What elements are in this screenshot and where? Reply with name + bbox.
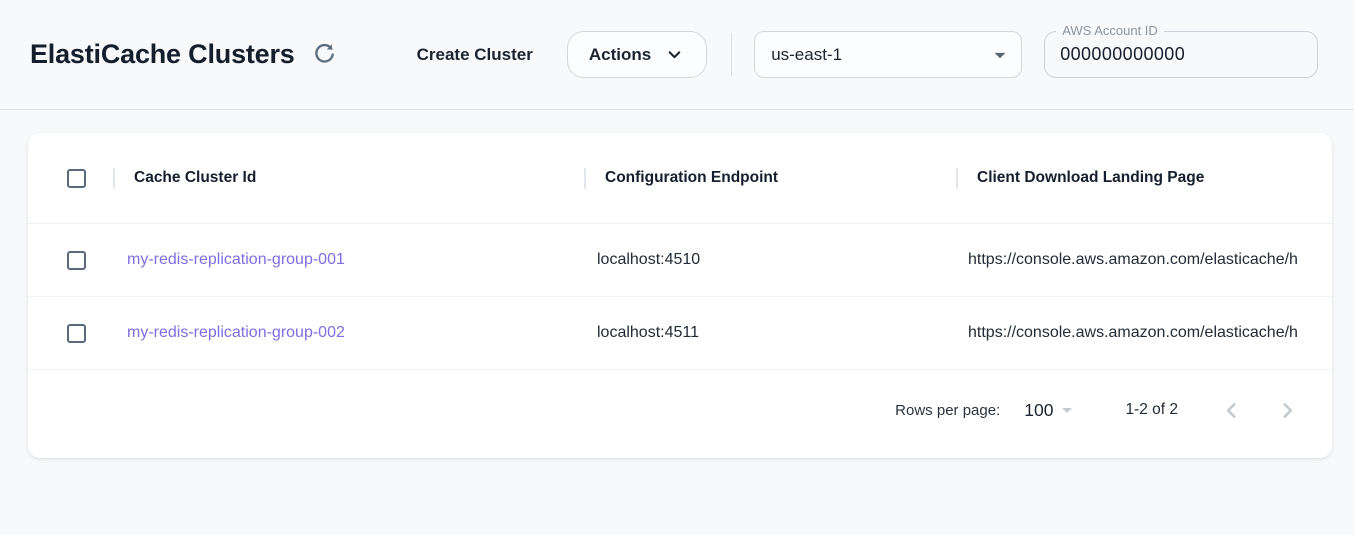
chevron-down-icon — [664, 44, 685, 65]
aws-account-id-label: AWS Account ID — [1056, 23, 1164, 38]
row-checkbox-cell — [28, 251, 113, 270]
previous-page-button[interactable] — [1210, 389, 1252, 431]
next-page-button[interactable] — [1266, 389, 1308, 431]
client-download-landing-page-cell: https://console.aws.amazon.com/elasticac… — [956, 251, 1332, 269]
rows-per-page-select[interactable]: 100 — [1024, 398, 1079, 422]
chevron-right-icon — [1274, 397, 1301, 424]
rows-per-page-value: 100 — [1024, 400, 1053, 421]
refresh-icon — [311, 41, 338, 68]
table-header-row: Cache Cluster Id Configuration Endpoint … — [28, 133, 1332, 224]
rows-per-page-label: Rows per page: — [895, 402, 1000, 419]
header-divider — [731, 33, 732, 76]
row-checkbox[interactable] — [67, 251, 86, 270]
row-checkbox[interactable] — [67, 324, 86, 343]
arrow-drop-down-icon — [1055, 398, 1079, 422]
column-header-label: Cache Cluster Id — [134, 169, 256, 187]
column-separator — [956, 168, 958, 189]
select-all-checkbox[interactable] — [67, 169, 86, 188]
clusters-table-card: Cache Cluster Id Configuration Endpoint … — [28, 133, 1332, 458]
column-header-cache-cluster-id[interactable]: Cache Cluster Id — [113, 168, 584, 189]
cluster-link[interactable]: my-redis-replication-group-002 — [127, 324, 345, 341]
refresh-button[interactable] — [308, 38, 341, 71]
aws-account-id-input[interactable] — [1045, 32, 1317, 77]
column-separator — [584, 168, 586, 189]
region-select-value: us-east-1 — [771, 45, 842, 65]
actions-button[interactable]: Actions — [567, 31, 707, 78]
table-row: my-redis-replication-group-002 localhost… — [28, 297, 1332, 370]
top-bar: ElastiCache Clusters Create Cluster Acti… — [0, 0, 1354, 110]
cache-cluster-id-cell: my-redis-replication-group-001 — [113, 251, 584, 269]
client-download-landing-page-cell: https://console.aws.amazon.com/elasticac… — [956, 324, 1332, 342]
configuration-endpoint-cell: localhost:4510 — [584, 251, 956, 269]
create-cluster-button[interactable]: Create Cluster — [415, 39, 535, 71]
select-all-cell — [28, 169, 113, 188]
row-checkbox-cell — [28, 324, 113, 343]
arrow-drop-down-icon — [987, 42, 1013, 68]
configuration-endpoint-cell: localhost:4511 — [584, 324, 956, 342]
cache-cluster-id-cell: my-redis-replication-group-002 — [113, 324, 584, 342]
column-header-client-download-landing-page[interactable]: Client Download Landing Page — [956, 168, 1332, 189]
cluster-link[interactable]: my-redis-replication-group-001 — [127, 251, 345, 268]
column-header-configuration-endpoint[interactable]: Configuration Endpoint — [584, 168, 956, 189]
table-pagination: Rows per page: 100 1-2 of 2 — [28, 370, 1332, 456]
column-separator — [113, 168, 115, 189]
column-header-label: Client Download Landing Page — [977, 169, 1204, 187]
column-header-label: Configuration Endpoint — [605, 169, 778, 187]
table-row: my-redis-replication-group-001 localhost… — [28, 224, 1332, 297]
chevron-left-icon — [1218, 397, 1245, 424]
page-range-label: 1-2 of 2 — [1125, 401, 1178, 419]
actions-button-label: Actions — [589, 45, 651, 65]
region-select[interactable]: us-east-1 — [754, 31, 1022, 78]
aws-account-id-field: AWS Account ID — [1044, 31, 1318, 78]
page-title: ElastiCache Clusters — [30, 39, 295, 70]
main-content: Cache Cluster Id Configuration Endpoint … — [0, 133, 1354, 458]
